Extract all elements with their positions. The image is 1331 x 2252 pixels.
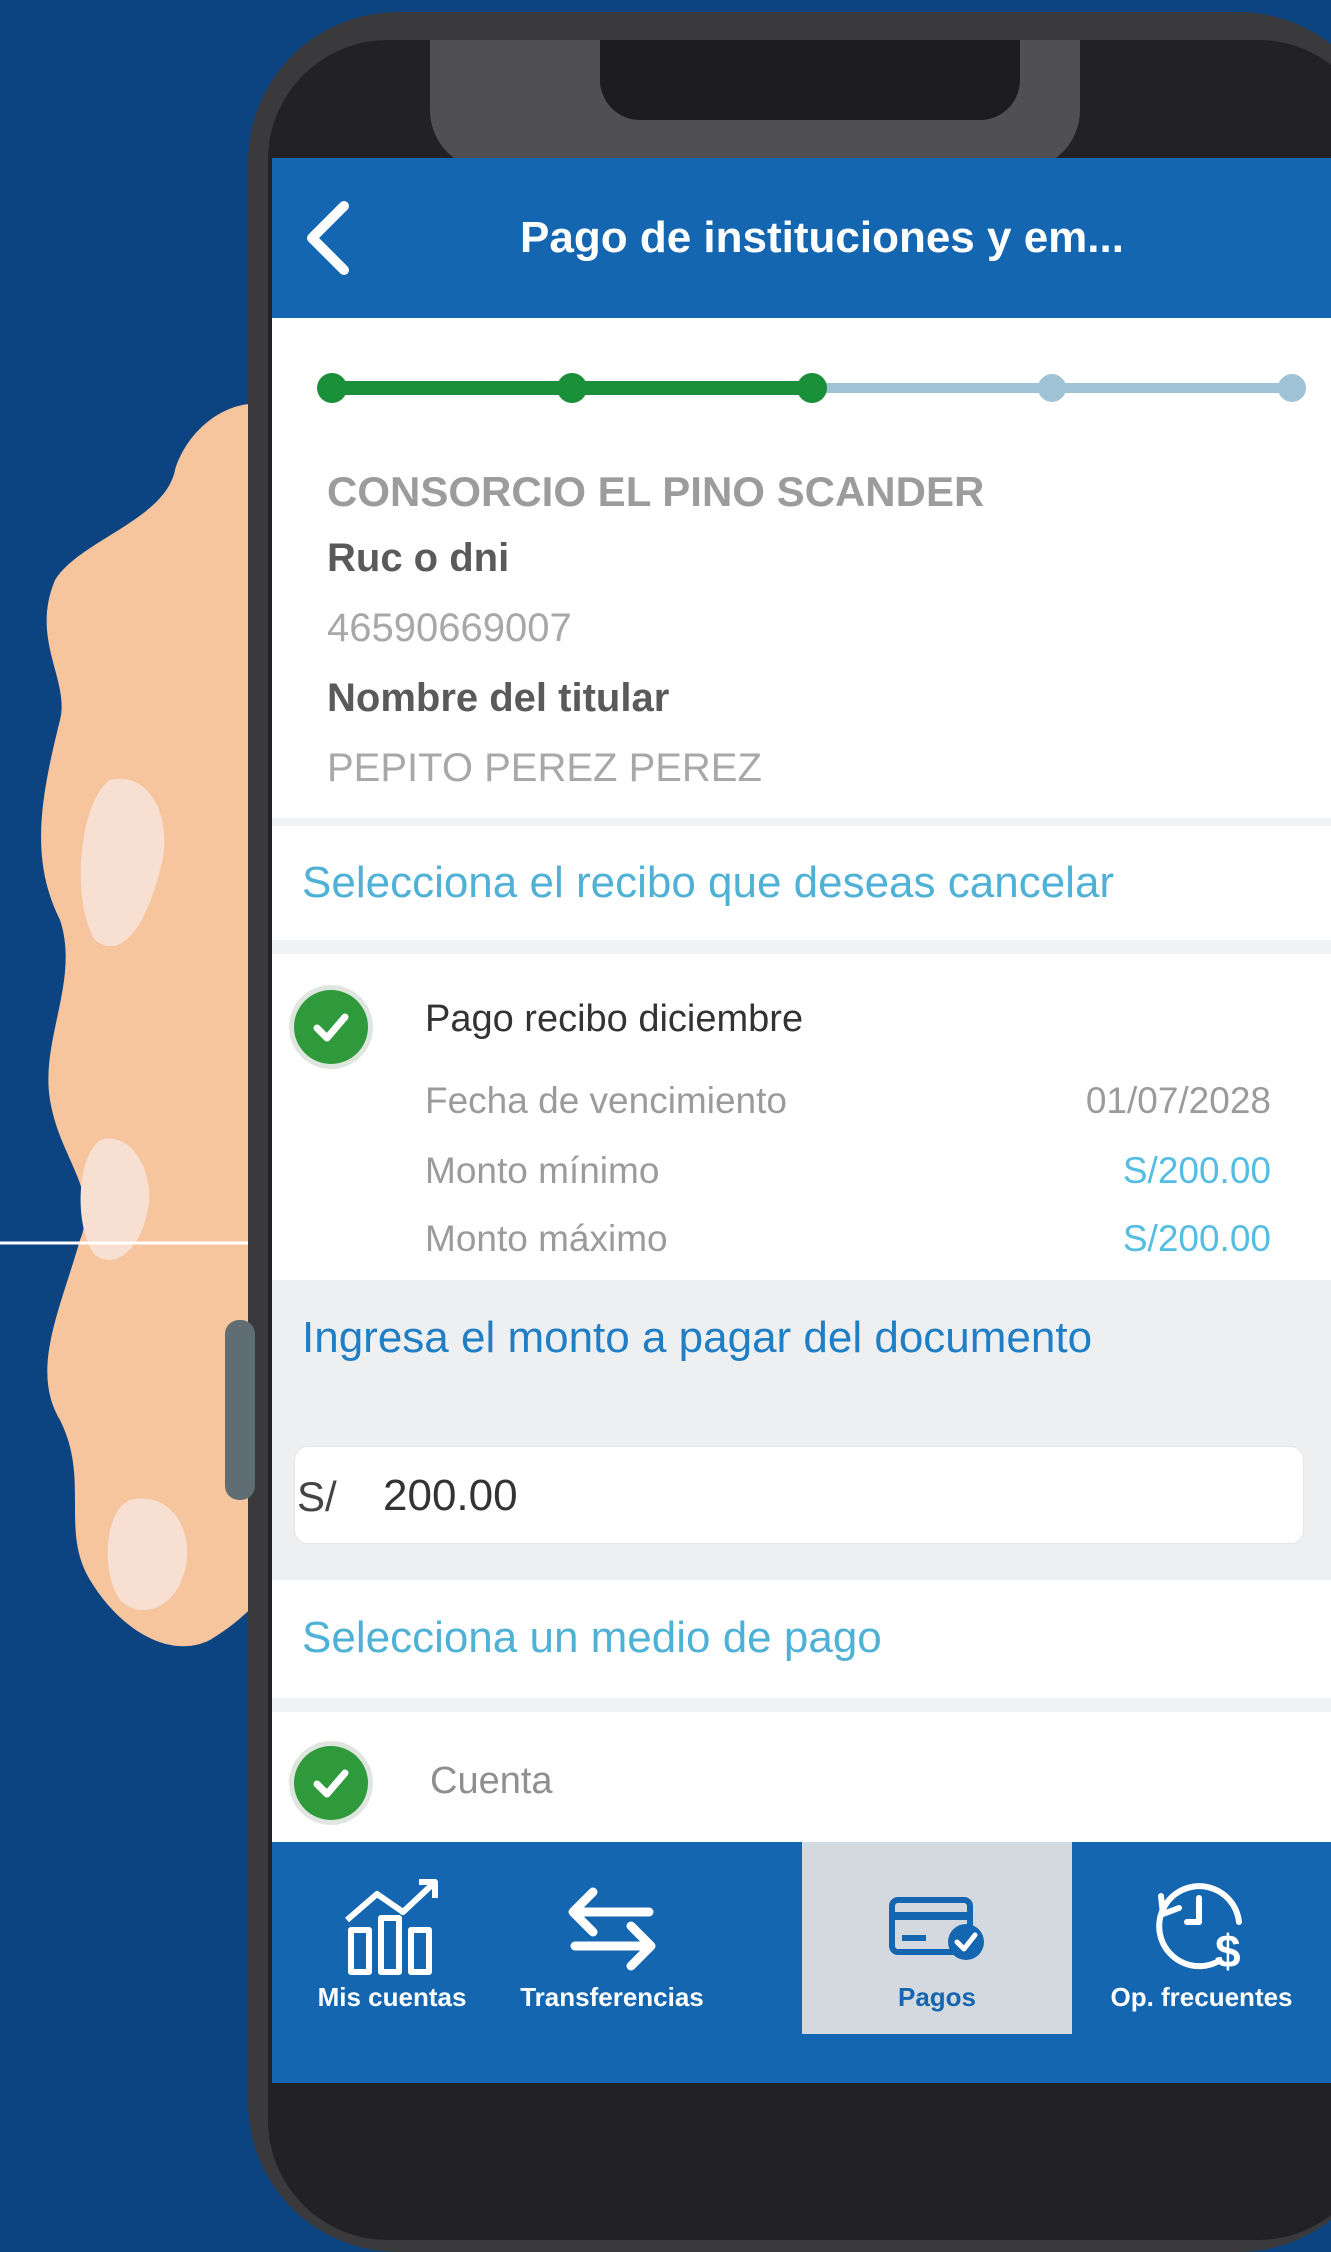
receipt-selected-check[interactable] [294, 990, 368, 1064]
payment-option-label[interactable]: Cuenta [430, 1760, 553, 1803]
bottom-nav: Mis cuentas Transferencias Pagos $ Op. f… [272, 1842, 1331, 2042]
clock-dollar-icon: $ [1155, 1883, 1242, 1977]
nav-mis-cuentas[interactable]: Mis cuentas [272, 1842, 512, 2042]
chevron-left-icon [307, 201, 349, 275]
nav-transferencias[interactable]: Transferencias [512, 1842, 712, 2042]
min-amount-label: Monto mínimo [425, 1150, 660, 1191]
max-amount-label: Monto máximo [425, 1218, 668, 1259]
receipt-name[interactable]: Pago recibo diciembre [425, 998, 803, 1041]
progress-step-dot [557, 373, 587, 403]
amount-value[interactable]: 200.00 [383, 1471, 518, 1521]
progress-step-dot [317, 373, 347, 403]
progress-step-dot [1278, 374, 1306, 402]
amount-input[interactable]: S/ 200.00 [294, 1446, 1304, 1544]
ruc-value: 46590669007 [327, 606, 572, 650]
app-screen: Pago de instituciones y em... CONSORCIO … [272, 158, 1331, 2083]
progress-stepper [317, 373, 1306, 403]
due-date-label: Fecha de vencimiento [425, 1080, 787, 1121]
divider [272, 1698, 1331, 1712]
check-icon [313, 1013, 349, 1042]
max-amount-value: S/200.00 [1122, 1218, 1271, 1259]
check-icon [313, 1769, 349, 1798]
bottom-strip [272, 2042, 1331, 2083]
nav-pagos[interactable]: Pagos [802, 1842, 1072, 2042]
nav-label: Mis cuentas [317, 1982, 467, 2012]
nav-label: Op. frecuentes [1110, 1982, 1293, 2012]
holder-label: Nombre del titular [327, 676, 670, 720]
back-button[interactable] [292, 198, 362, 278]
nav-op-frecuentes[interactable]: $ Op. frecuentes [1072, 1842, 1331, 2042]
divider [272, 818, 1331, 826]
phone-side-button [225, 1320, 255, 1500]
header-bar: Pago de instituciones y em... [272, 158, 1331, 318]
min-amount-value: S/200.00 [1122, 1150, 1271, 1191]
card-check-icon [889, 1897, 984, 1960]
divider [272, 940, 1331, 954]
currency-prefix: S/ [297, 1473, 337, 1520]
progress-step-dot [1038, 374, 1066, 402]
ruc-label: Ruc o dni [327, 536, 510, 580]
due-date-value: 01/07/2028 [1085, 1080, 1271, 1121]
svg-text:$: $ [1215, 1925, 1241, 1977]
accounts-chart-icon [345, 1879, 438, 1975]
holder-value: PEPITO PEREZ PEREZ [327, 746, 762, 790]
receipt-section-title: Selecciona el recibo que deseas cancelar [302, 858, 1115, 907]
nav-label: Transferencias [520, 1982, 704, 2012]
company-name: CONSORCIO EL PINO SCANDER [327, 468, 985, 515]
payment-selected-check[interactable] [294, 1746, 368, 1820]
payment-section-title: Selecciona un medio de pago [302, 1613, 882, 1662]
progress-step-dot [797, 373, 827, 403]
phone-notch [600, 40, 1020, 120]
active-tab-indicator [802, 2034, 1072, 2042]
amount-section-title: Ingresa el monto a pagar del documento [302, 1313, 1093, 1362]
transfer-arrows-icon [568, 1887, 656, 1971]
nav-label: Pagos [897, 1982, 977, 2012]
page-title: Pago de instituciones y em... [520, 213, 1124, 262]
